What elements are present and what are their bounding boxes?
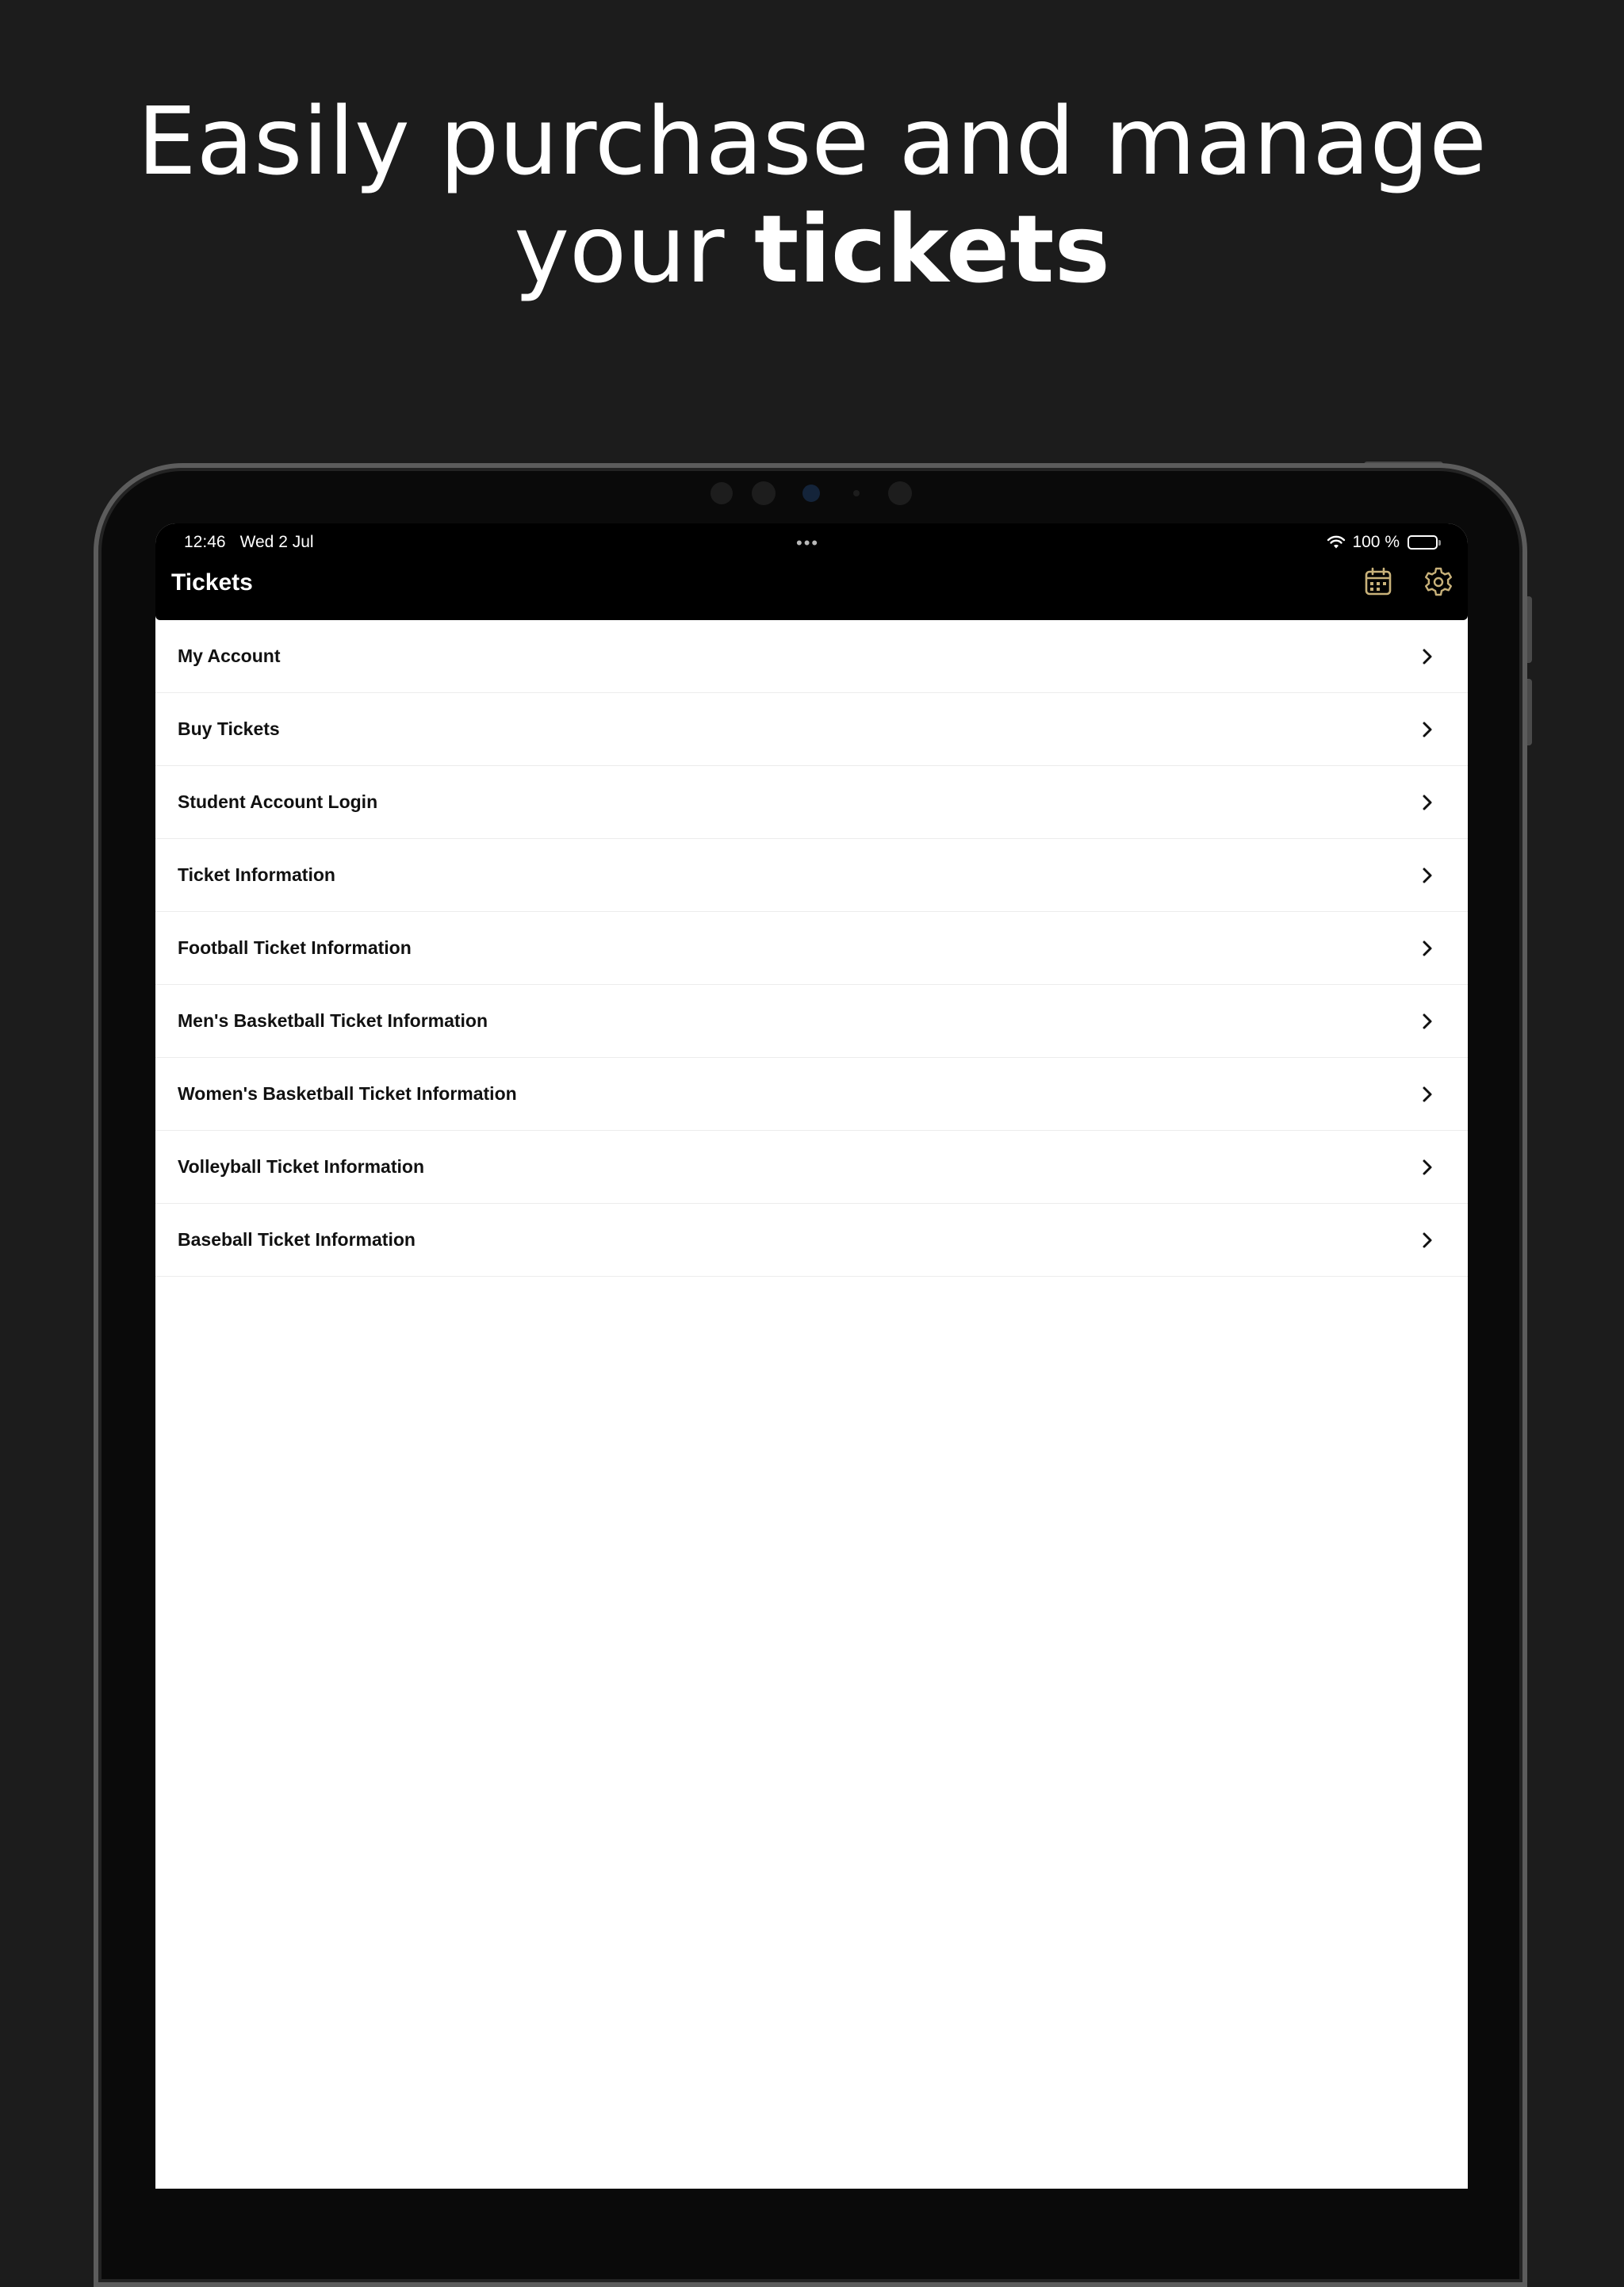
calendar-icon[interactable] [1361, 565, 1396, 600]
menu-item-student-account-login[interactable]: Student Account Login [155, 766, 1468, 839]
menu-item-baseball-ticket-information[interactable]: Baseball Ticket Information [155, 1204, 1468, 1277]
app-screen: 12:46 Wed 2 Jul ••• 100 % Tickets My Acc… [155, 523, 1468, 2189]
promo-headline: Easily purchase and manage your tickets [0, 87, 1624, 303]
device-sensor [752, 481, 776, 505]
menu-item-my-account[interactable]: My Account [155, 620, 1468, 693]
chevron-right-icon [1423, 1013, 1432, 1029]
wifi-icon [1327, 535, 1346, 549]
chevron-right-icon [1423, 940, 1432, 956]
menu-item-label: My Account [178, 645, 281, 666]
menu-item-womens-basketball-ticket-information[interactable]: Women's Basketball Ticket Information [155, 1058, 1468, 1131]
menu-item-label: Women's Basketball Ticket Information [178, 1083, 517, 1104]
promo-line-2-prefix: your [514, 194, 755, 304]
chevron-right-icon [1423, 868, 1432, 883]
status-time: 12:46 [184, 533, 226, 551]
menu-item-label: Football Ticket Information [178, 937, 412, 958]
promo-line-2-bold: tickets [754, 194, 1110, 304]
menu-item-buy-tickets[interactable]: Buy Tickets [155, 693, 1468, 766]
chevron-right-icon [1423, 722, 1432, 737]
menu-item-label: Men's Basketball Ticket Information [178, 1010, 488, 1031]
chevron-right-icon [1423, 649, 1432, 665]
menu-item-mens-basketball-ticket-information[interactable]: Men's Basketball Ticket Information [155, 985, 1468, 1058]
navigation-bar: 12:46 Wed 2 Jul ••• 100 % Tickets [155, 523, 1468, 620]
menu-item-ticket-information[interactable]: Ticket Information [155, 839, 1468, 912]
chevron-right-icon [1423, 1232, 1432, 1248]
page-title: Tickets [171, 569, 253, 596]
multitasking-dots-icon[interactable]: ••• [796, 533, 819, 554]
chevron-right-icon [1423, 795, 1432, 810]
chevron-right-icon [1423, 1086, 1432, 1102]
menu-item-football-ticket-information[interactable]: Football Ticket Information [155, 912, 1468, 985]
battery-icon [1408, 535, 1441, 550]
gear-icon[interactable] [1421, 565, 1456, 600]
front-camera [802, 485, 820, 502]
device-sensor [888, 481, 912, 505]
status-bar-left: 12:46 Wed 2 Jul [184, 531, 314, 554]
menu-list: My Account Buy Tickets Student Account L… [155, 620, 1468, 1277]
device-sensor [710, 482, 733, 504]
battery-percent: 100 % [1352, 533, 1400, 551]
status-date: Wed 2 Jul [239, 533, 314, 551]
status-bar-right: 100 % [1327, 531, 1441, 554]
chevron-right-icon [1423, 1159, 1432, 1175]
menu-item-label: Buy Tickets [178, 718, 280, 739]
device-sensor [853, 490, 860, 496]
menu-item-label: Student Account Login [178, 791, 378, 812]
menu-item-label: Volleyball Ticket Information [178, 1156, 424, 1177]
menu-item-volleyball-ticket-information[interactable]: Volleyball Ticket Information [155, 1131, 1468, 1204]
promo-line-1: Easily purchase and manage [137, 86, 1487, 196]
menu-item-label: Ticket Information [178, 864, 335, 885]
menu-item-label: Baseball Ticket Information [178, 1229, 416, 1250]
